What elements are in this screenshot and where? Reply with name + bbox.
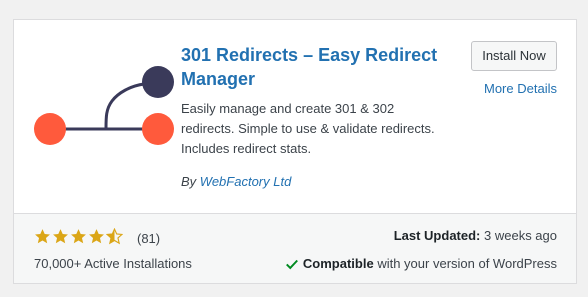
checkmark-icon xyxy=(285,259,298,269)
star-full-icon xyxy=(53,229,68,244)
author-prefix: By xyxy=(181,174,197,189)
active-installations: 70,000+ Active Installations xyxy=(34,256,192,271)
star-rating xyxy=(34,228,124,245)
last-updated: Last Updated: 3 weeks ago xyxy=(394,228,557,243)
plugin-card-bottom: (81) 70,000+ Active Installations Last U… xyxy=(14,213,576,283)
install-now-button[interactable]: Install Now xyxy=(471,41,557,71)
more-details-link[interactable]: More Details xyxy=(484,81,557,96)
author-link[interactable]: WebFactory Ltd xyxy=(200,174,292,189)
compatible-label: Compatible xyxy=(302,256,374,271)
star-half-icon xyxy=(106,228,123,245)
redirect-logo-icon[interactable] xyxy=(30,62,180,166)
plugin-description: Easily manage and create 301 & 302 redir… xyxy=(181,101,435,156)
rating-count: (81) xyxy=(137,231,161,246)
star-full-icon xyxy=(71,229,86,244)
compatibility: Compatible with your version of WordPres… xyxy=(285,256,557,271)
plugin-title-link[interactable]: 301 Redirects – Easy Redirect Manager xyxy=(181,43,451,91)
plugin-card-top: 301 Redirects – Easy Redirect Manager In… xyxy=(14,20,576,213)
plugin-author: By WebFactory Ltd xyxy=(181,174,291,189)
star-full-icon xyxy=(35,229,50,244)
compatible-text: with your version of WordPress xyxy=(377,256,557,271)
plugin-card: 301 Redirects – Easy Redirect Manager In… xyxy=(13,19,577,284)
star-full-icon xyxy=(89,229,104,244)
last-updated-label: Last Updated: xyxy=(393,228,481,243)
last-updated-value: 3 weeks ago xyxy=(484,228,557,243)
